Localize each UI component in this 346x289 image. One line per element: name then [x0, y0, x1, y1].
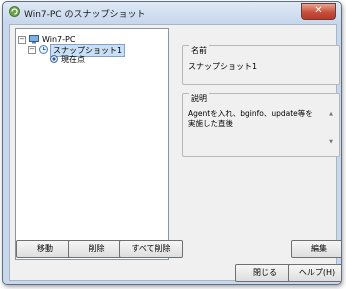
move-button[interactable]: 移動 — [16, 240, 74, 258]
snapshot-icon — [39, 45, 48, 54]
vm-icon — [29, 35, 39, 44]
snapshot-tree[interactable]: − Win7-PC − スナップショット1 現在点 — [15, 28, 169, 260]
collapse-icon[interactable]: − — [28, 46, 36, 54]
tree-label-current: 現在点 — [61, 55, 85, 64]
description-group: 説明 Agentを入れ、bginfo、update等を実施した直後 ▲ ▼ — [182, 93, 340, 157]
window-title: Win7-PC のスナップショット — [24, 10, 146, 20]
collapse-icon[interactable]: − — [18, 36, 26, 44]
tree-label-vm: Win7-PC — [42, 35, 76, 44]
description-label: 説明 — [189, 93, 209, 104]
snapshot-manager-window: Win7-PC のスナップショット ✕ − Win7-PC − スナップショット… — [2, 1, 342, 285]
current-position-icon — [50, 55, 58, 63]
title-bar[interactable]: Win7-PC のスナップショット ✕ — [3, 2, 341, 22]
snapshot-app-icon — [9, 6, 20, 17]
close-icon: ✕ — [314, 5, 323, 16]
name-value[interactable]: スナップショット1 — [188, 61, 257, 72]
close-button[interactable]: 閉じる — [235, 264, 295, 282]
dialog-body: − Win7-PC − スナップショット1 現在点 名前 スナップショット1 説… — [9, 24, 341, 282]
close-window-button[interactable]: ✕ — [301, 3, 336, 20]
edit-button[interactable]: 編集 — [291, 240, 341, 258]
description-value[interactable]: Agentを入れ、bginfo、update等を実施した直後 — [188, 109, 320, 129]
delete-button[interactable]: 削除 — [68, 240, 125, 258]
delete-all-button[interactable]: すべて削除 — [119, 240, 183, 258]
scroll-down-icon[interactable]: ▼ — [328, 139, 334, 145]
help-button[interactable]: ヘルプ(H) — [288, 264, 341, 282]
name-label: 名前 — [189, 45, 209, 56]
name-group: 名前 スナップショット1 — [182, 45, 340, 85]
scroll-up-icon[interactable]: ▲ — [328, 111, 334, 117]
